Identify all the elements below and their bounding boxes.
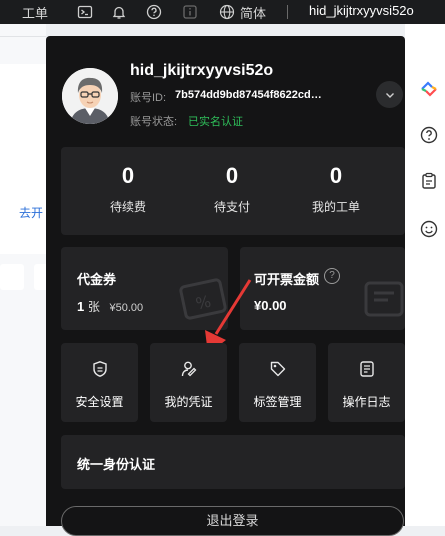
identity-auth-title: 统一身份认证 <box>77 457 156 472</box>
invoice-title: 可开票金额 <box>254 272 320 287</box>
invoice-amount: ¥0.00 <box>254 298 287 313</box>
avatar-illustration <box>62 68 118 124</box>
document-icon <box>360 361 374 377</box>
topbar-divider <box>287 5 288 19</box>
background-card <box>0 64 46 254</box>
avatar[interactable] <box>62 68 118 124</box>
colorful-logo-icon[interactable] <box>420 80 438 98</box>
verification-status: 已实名认证 <box>188 116 243 128</box>
background-box <box>0 264 24 290</box>
background-box <box>34 264 46 290</box>
tile-label: 我的凭证 <box>164 395 213 409</box>
tile-label: 安全设置 <box>75 395 124 409</box>
identity-auth-card[interactable]: 统一身份认证 <box>61 435 405 489</box>
logout-button[interactable]: 退出登录 <box>61 506 404 536</box>
help-icon[interactable] <box>420 126 438 144</box>
clipboard-icon[interactable] <box>420 172 438 190</box>
stat-label: 待支付 <box>213 200 250 214</box>
stat-pending-renewal[interactable]: 0 待续费 <box>83 163 173 215</box>
language-switch[interactable]: 简体 <box>240 3 266 22</box>
background-page-right <box>405 24 445 526</box>
terminal-icon[interactable] <box>77 4 93 20</box>
voucher-title: 代金券 <box>77 272 117 287</box>
voucher-amount: ¥50.00 <box>109 302 144 314</box>
help-icon[interactable] <box>146 4 162 20</box>
tile-my-credentials[interactable]: 我的凭证 <box>150 343 227 422</box>
account-dropdown-panel: hid_jkijtrxyyvsi52o 账号ID: 7b574dd9bd8745… <box>46 36 405 536</box>
account-status-label: 账号状态: <box>130 116 178 128</box>
tile-operation-logs[interactable]: 操作日志 <box>328 343 405 422</box>
user-key-icon <box>181 361 197 377</box>
top-navigation-bar: 工单 简体 hid_jkijtrxyyvsi52o <box>0 0 445 24</box>
stats-card: 0 待续费 0 待支付 0 我的工单 <box>61 147 405 235</box>
stat-value: 0 <box>121 163 135 188</box>
invoice-card[interactable]: 可开票金额 ? ¥0.00 <box>240 247 405 330</box>
help-icon[interactable]: ? <box>324 268 340 284</box>
tile-security-settings[interactable]: 安全设置 <box>61 343 138 422</box>
tile-label: 标签管理 <box>253 395 302 409</box>
tile-label: 操作日志 <box>342 395 391 409</box>
divider <box>0 36 46 37</box>
stat-my-tickets[interactable]: 0 我的工单 <box>291 163 381 215</box>
smile-icon[interactable] <box>420 220 438 238</box>
tag-icon <box>270 361 286 377</box>
shield-icon <box>93 361 107 377</box>
background-page-left: 去开 <box>0 24 46 526</box>
account-id-value[interactable]: 7b574dd9bd87454f8622cd… <box>175 89 322 101</box>
stat-label: 我的工单 <box>311 200 360 214</box>
invoice-icon <box>364 281 404 317</box>
info-icon[interactable] <box>182 4 198 20</box>
stat-value: 0 <box>329 163 343 188</box>
topbar-username[interactable]: hid_jkijtrxyyvsi52o <box>309 3 414 18</box>
stat-label: 待续费 <box>109 200 146 214</box>
account-username: hid_jkijtrxyyvsi52o <box>130 62 274 79</box>
voucher-summary: 1 张 ¥50.00 <box>77 298 143 315</box>
stat-pending-payment[interactable]: 0 待支付 <box>187 163 277 215</box>
expand-button[interactable] <box>376 81 403 108</box>
chevron-down-icon <box>385 92 394 98</box>
account-id-label: 账号ID: <box>130 92 167 104</box>
background-link[interactable]: 去开 <box>19 204 43 221</box>
tile-tag-management[interactable]: 标签管理 <box>239 343 316 422</box>
stat-value: 0 <box>225 163 239 188</box>
bell-icon[interactable] <box>111 4 127 20</box>
ticket-link[interactable]: 工单 <box>22 3 48 22</box>
globe-icon[interactable] <box>219 4 235 20</box>
voucher-count: 1 <box>77 299 85 314</box>
voucher-unit: 张 <box>87 300 100 314</box>
